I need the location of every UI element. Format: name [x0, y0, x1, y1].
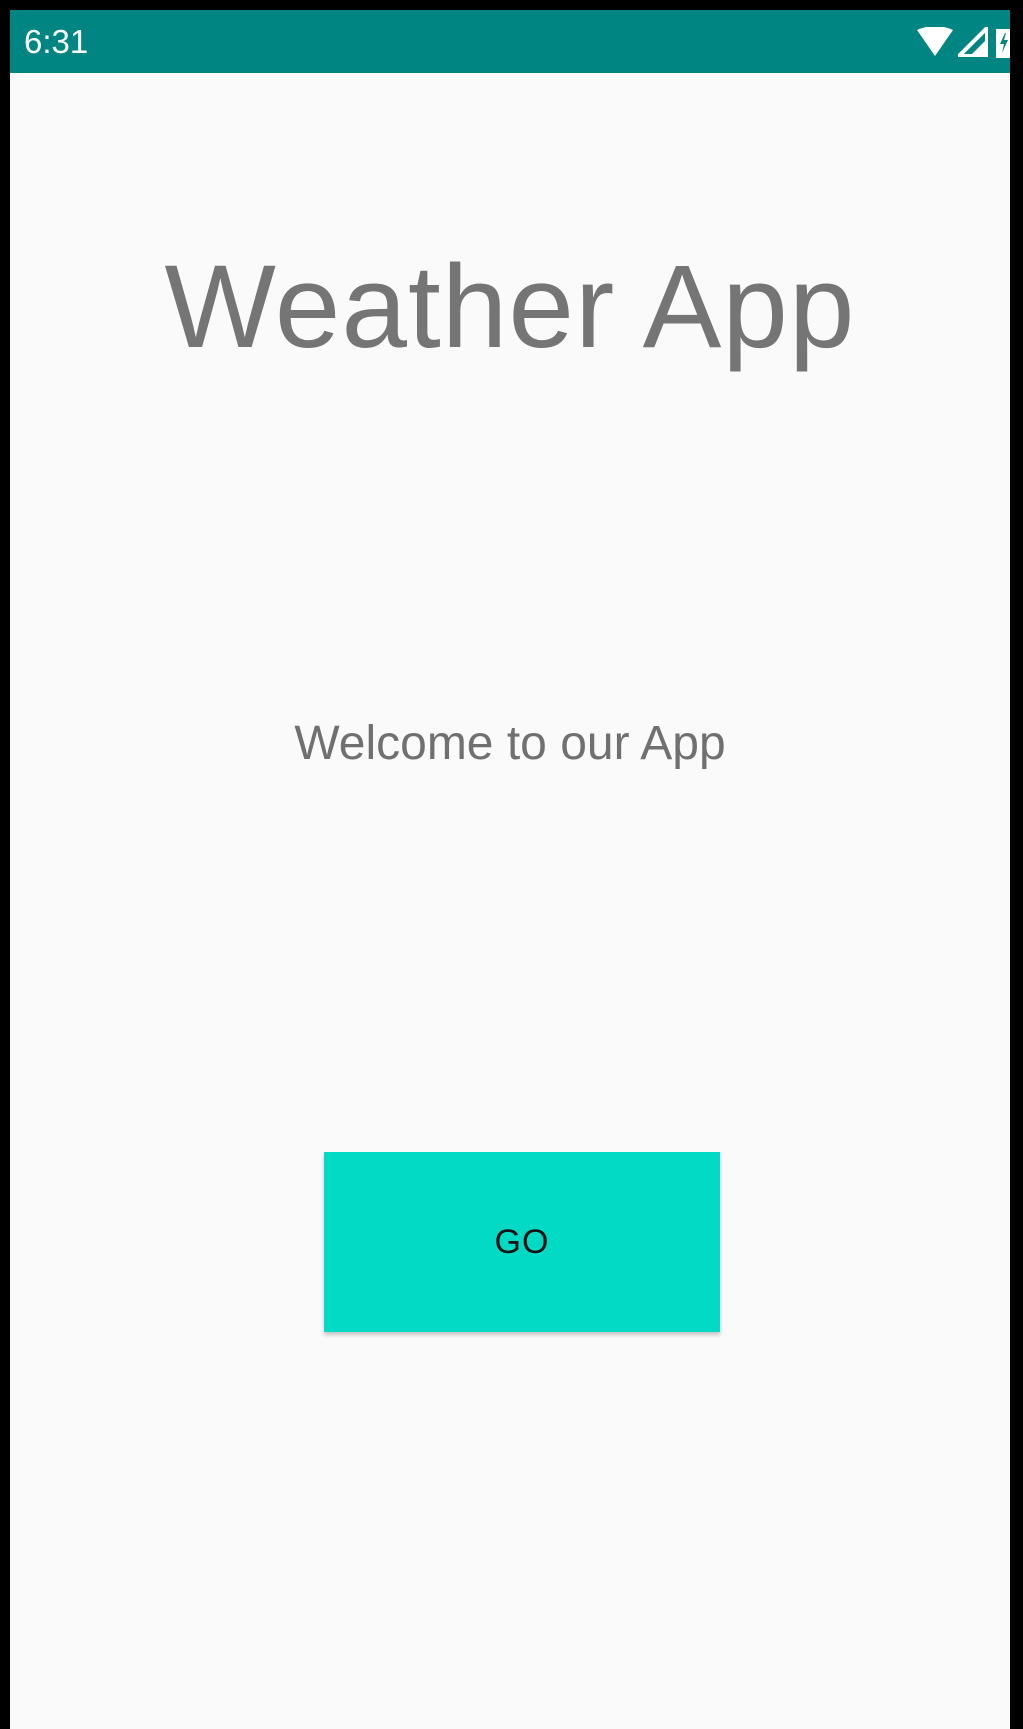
battery-charging-icon	[996, 26, 1010, 58]
screen-bezel-left	[0, 0, 10, 1729]
welcome-text: Welcome to our App	[294, 717, 726, 770]
screen-bezel-right	[1010, 0, 1023, 1729]
app-screen: 6:31 Weather App Welcome to our App GO	[10, 10, 1010, 1729]
app-title: Weather App	[164, 241, 856, 373]
go-button[interactable]: GO	[324, 1152, 720, 1332]
status-bar: 6:31	[10, 10, 1010, 73]
screen-bezel-top	[0, 0, 1023, 10]
status-icons	[916, 26, 1010, 58]
cellular-signal-icon	[958, 27, 988, 57]
wifi-icon	[916, 27, 954, 57]
status-time: 6:31	[24, 23, 89, 60]
